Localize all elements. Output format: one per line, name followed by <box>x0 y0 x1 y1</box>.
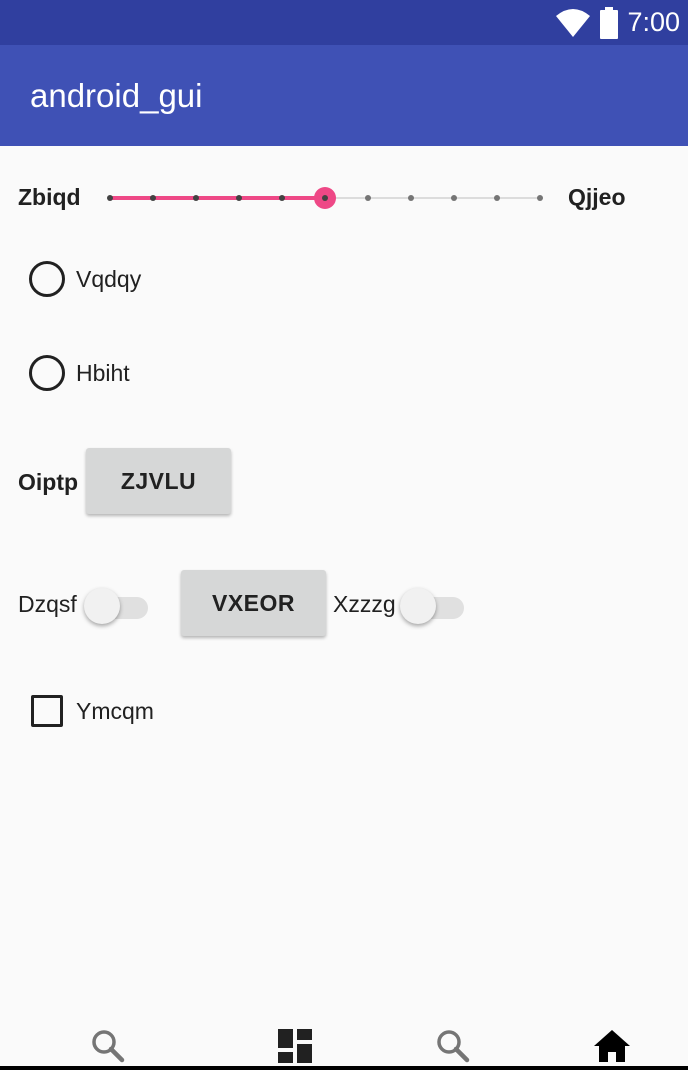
seekbar[interactable] <box>107 186 543 210</box>
nav-dashboard[interactable] <box>235 1026 355 1066</box>
home-icon <box>594 1030 630 1062</box>
seekbar-tick <box>193 195 199 201</box>
switch-thumb <box>84 588 120 624</box>
wifi-icon <box>556 8 591 37</box>
app-bar: android_gui <box>0 45 688 146</box>
seekbar-tick <box>236 195 242 201</box>
status-bar: 7:00 <box>0 0 688 45</box>
seekbar-progress <box>110 196 325 200</box>
zjvlu-button[interactable]: ZJVLU <box>86 448 231 514</box>
radio-button-hbiht[interactable] <box>29 355 65 391</box>
seekbar-tick <box>537 195 543 201</box>
seekbar-left-label: Zbiqd <box>18 184 81 210</box>
dzqsf-switch[interactable] <box>84 584 148 624</box>
vxeor-button[interactable]: VXEOR <box>181 570 326 636</box>
seekbar-thumb[interactable] <box>314 187 336 209</box>
nav-search-1[interactable] <box>48 1026 168 1066</box>
seekbar-tick <box>107 195 113 201</box>
oiptp-label: Oiptp <box>18 469 79 495</box>
app-title: android_gui <box>30 77 203 114</box>
seekbar-tick <box>279 195 285 201</box>
seekbar-tick <box>451 195 457 201</box>
checkbox-ymcqm[interactable] <box>31 695 63 727</box>
switch-thumb <box>400 588 436 624</box>
seekbar-right-label: Qjjeo <box>568 184 626 210</box>
seekbar-tick <box>150 195 156 201</box>
seekbar-tick <box>408 195 414 201</box>
bottom-navigation <box>0 1026 688 1070</box>
xzzzg-switch[interactable] <box>400 584 464 624</box>
dzqsf-label: Dzqsf <box>18 591 77 617</box>
seekbar-tick <box>365 195 371 201</box>
radio-label-hbiht[interactable]: Hbiht <box>76 360 130 387</box>
navigation-bar-edge <box>0 1066 688 1070</box>
nav-home[interactable] <box>552 1026 672 1066</box>
radio-label-vqdqy[interactable]: Vqdqy <box>76 266 141 293</box>
seekbar-tick <box>494 195 500 201</box>
battery-icon <box>600 6 619 39</box>
status-icons: 7:00 <box>555 0 680 45</box>
radio-button-vqdqy[interactable] <box>29 261 65 297</box>
nav-search-2[interactable] <box>393 1026 513 1066</box>
status-time: 7:00 <box>627 7 680 37</box>
dashboard-icon <box>278 1029 312 1063</box>
checkbox-label-ymcqm[interactable]: Ymcqm <box>76 698 154 725</box>
xzzzg-label: Xzzzg <box>333 591 396 617</box>
search-icon <box>437 1030 470 1063</box>
search-icon <box>92 1030 125 1063</box>
